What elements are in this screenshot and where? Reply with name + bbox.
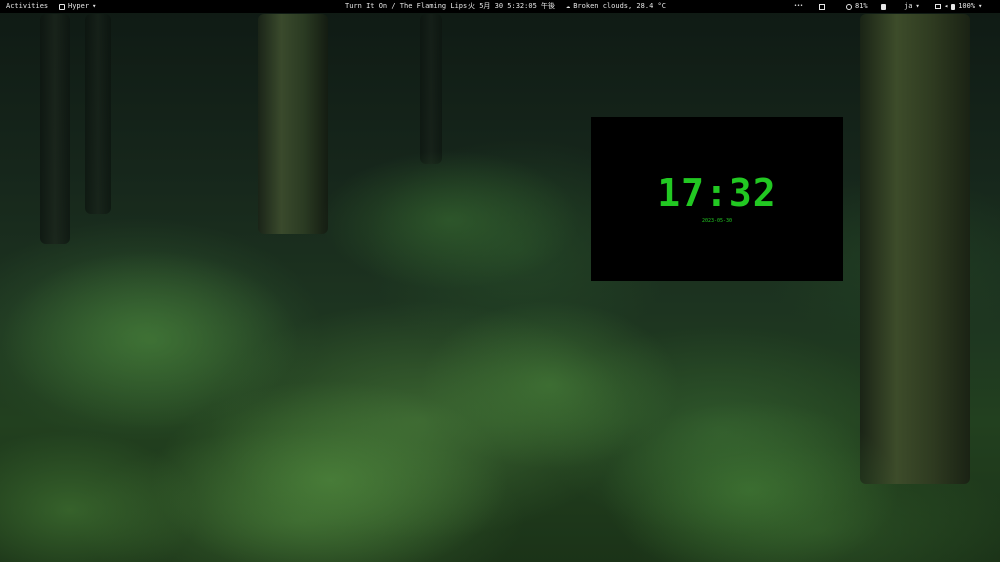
fern xyxy=(600,400,900,562)
chevron-down-icon: ▾ xyxy=(92,2,97,10)
tree-trunk xyxy=(860,14,970,484)
clock-button[interactable]: 火 5月 30 5:32:05 午後 xyxy=(468,0,555,13)
chevron-down-icon: ▾ xyxy=(915,2,920,10)
clock-date: 2023-05-30 xyxy=(701,218,733,224)
clock-time: 17:32 xyxy=(657,171,777,215)
memory-icon xyxy=(846,3,852,10)
datetime-label: 火 5月 30 5:32:05 午後 xyxy=(468,2,556,10)
battery-label: 100% xyxy=(958,2,976,10)
clipboard-indicator[interactable] xyxy=(881,0,886,13)
input-method-label: ja xyxy=(904,2,913,10)
terminal-icon xyxy=(59,3,65,10)
wallpaper xyxy=(0,0,1000,562)
top-panel: Activities Hyper ▾ Turn It On / The Flam… xyxy=(0,0,1000,13)
app-name-label: Hyper xyxy=(68,2,90,10)
desktop: Activities Hyper ▾ Turn It On / The Flam… xyxy=(0,0,1000,562)
cloud-icon: ☁ xyxy=(566,2,571,10)
network-icon xyxy=(935,4,941,9)
overflow-menu-button[interactable]: ••• xyxy=(794,0,803,13)
battery-icon xyxy=(951,3,956,10)
tree-trunk xyxy=(258,14,328,234)
speaker-icon: ◂ xyxy=(944,2,949,10)
cpu-indicator[interactable] xyxy=(819,0,825,13)
input-method-button[interactable]: ja ▾ xyxy=(904,0,920,13)
memory-indicator[interactable]: 81% xyxy=(846,0,868,13)
tree-trunk xyxy=(40,14,70,244)
media-indicator[interactable]: Turn It On / The Flaming Lips xyxy=(345,0,467,13)
activities-button[interactable]: Activities xyxy=(6,0,48,13)
weather-indicator[interactable]: ☁ Broken clouds, 28.4 °C xyxy=(566,0,666,13)
clipboard-icon xyxy=(881,3,886,10)
system-menu-button[interactable]: ◂ 100% ▾ xyxy=(935,0,982,13)
media-title: Turn It On / The Flaming Lips xyxy=(345,2,468,10)
tree-trunk xyxy=(420,14,442,164)
chip-icon xyxy=(819,3,825,10)
weather-label: Broken clouds, 28.4 °C xyxy=(573,2,666,10)
tree-trunk xyxy=(85,14,111,214)
fern xyxy=(320,150,580,290)
app-menu-button[interactable]: Hyper ▾ xyxy=(59,0,96,13)
activities-label: Activities xyxy=(6,2,49,10)
memory-label: 81% xyxy=(855,2,868,10)
clock-widget[interactable]: 17:32 2023-05-30 xyxy=(591,117,843,281)
chevron-down-icon: ▾ xyxy=(978,2,983,10)
more-icon: ••• xyxy=(794,3,804,9)
